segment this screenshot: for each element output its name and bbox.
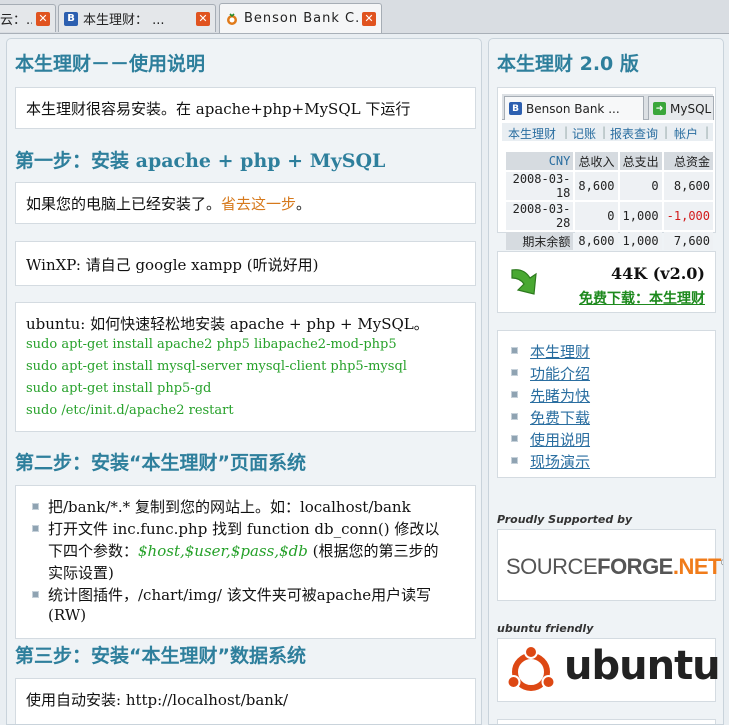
close-icon[interactable]: ✕ — [36, 11, 50, 26]
step2-item-config-line1: 打开文件 inc.func.php 找到 function db_conn() … — [48, 520, 440, 538]
free-download-link[interactable]: 免费下载：本生理财 — [579, 288, 705, 308]
app-preview: B Benson Bank ... ➜ MySQL 本生理财 | 记账 | 报表… — [497, 87, 716, 250]
ubuntu-circle-of-friends-icon — [506, 645, 556, 691]
step2-box: 把/bank/*.* 复制到您的网站上。如：localhost/bank 打开文… — [15, 485, 476, 639]
step2-item-copy: 把/bank/*.* 复制到您的网站上。如：localhost/bank — [48, 498, 411, 516]
benson-b-icon: B — [509, 102, 522, 115]
intro-text: 本生理财很容易安装。在 apache+php+MySQL 下运行 — [26, 100, 411, 118]
sourceforge-logo[interactable]: SOURCEFORGE.NET® — [497, 529, 723, 601]
browser-tab-bar: 云：... ✕ B 本生理财： ... ✕ Benson Bank C... ✕ — [0, 0, 729, 34]
tab-1-title: 云：... — [0, 13, 32, 28]
step2-item-config-line3: 实际设置) — [48, 564, 114, 582]
download-box: 44K (v2.0) 免费下载：本生理财 — [497, 251, 716, 313]
config-params: $host,$user,$pass,$db — [138, 542, 308, 560]
nav-link-home[interactable]: 本生理财 — [530, 341, 590, 362]
supported-caption: Proudly Supported by — [497, 513, 633, 526]
preview-nav: 本生理财 | 记账 | 报表查询 | 帐户 | — [502, 123, 713, 141]
close-icon[interactable]: ✕ — [196, 11, 210, 26]
bullet-icon — [511, 413, 518, 420]
ubuntu-wordmark: ubuntu — [564, 643, 721, 689]
bullet-icon — [511, 369, 518, 376]
tab-3-title: Benson Bank C... — [244, 11, 358, 26]
bullet-icon — [32, 591, 39, 598]
command-line: sudo apt-get install apache2 php5 libapa… — [26, 337, 397, 352]
preview-tab-mysql: ➜ MySQL — [648, 96, 714, 120]
table-row: 2008-03-18 8,600 0 8,600 — [506, 172, 713, 200]
sidebar-title: 本生理财 2.0 版 — [497, 53, 639, 75]
command-line: sudo /etc/init.d/apache2 restart — [26, 403, 234, 418]
bullet-icon — [32, 525, 39, 532]
winxp-text: WinXP: 请自己 google xampp (听说好用) — [26, 256, 319, 274]
bullet-icon — [511, 435, 518, 442]
arrow-right-icon: ➜ — [653, 102, 666, 115]
sidebar-nav: 本生理财 功能介绍 先睹为快 免费下载 使用说明 现场演示 — [497, 330, 716, 478]
preview-table: CNY 总收入 总支出 总资金 2008-03-18 8,600 0 8,600 20… — [504, 150, 715, 252]
skip-step-link[interactable]: 省去这一步 — [221, 195, 296, 213]
tab-3-active[interactable]: Benson Bank C... ✕ — [219, 3, 382, 33]
step2-item-chart-line1: 统计图插件，/chart/img/ 该文件夹可被apache用户读写 — [48, 586, 432, 604]
ubuntu-install-title: ubuntu: 如何快速轻松地安装 apache + php + MySQL。 — [26, 315, 429, 333]
step1-box-winxp: WinXP: 请自己 google xampp (听说好用) — [15, 241, 476, 286]
step1-heading: 第一步：安装 apache + php + MySQL — [15, 150, 386, 172]
table-row: 期末余额 8,600 1,000 7,600 — [506, 232, 713, 250]
step1-box-ubuntu: ubuntu: 如何快速轻松地安装 apache + php + MySQL。 … — [15, 302, 476, 432]
bullet-icon — [511, 457, 518, 464]
tab-2-title: 本生理财： ... — [83, 13, 165, 28]
auto-install-text: 使用自动安装: http://localhost/bank/ — [26, 691, 289, 709]
table-row: 2008-03-28 0 1,000 -1,000 — [506, 202, 713, 230]
sidebar: 本生理财 2.0 版 B Benson Bank ... ➜ MySQL 本生理… — [488, 38, 724, 725]
bullet-icon — [511, 391, 518, 398]
benson-b-icon: B — [64, 11, 78, 26]
step2-item-config-line2: 下四个参数：$host,$user,$pass,$db (根据您的第三步的 — [48, 542, 439, 560]
nav-link-manual[interactable]: 使用说明 — [530, 429, 590, 450]
nav-link-download[interactable]: 免费下载 — [530, 407, 590, 428]
command-line: sudo apt-get install php5-gd — [26, 381, 212, 396]
step1-box-installed: 如果您的电脑上已经安装了。省去这一步。 — [15, 182, 476, 224]
preview-tab-benson: B Benson Bank ... — [504, 96, 644, 120]
nav-link-features[interactable]: 功能介绍 — [530, 363, 590, 384]
main-content: 本生理财－－使用说明 本生理财很容易安装。在 apache+php+MySQL … — [6, 38, 482, 725]
tab-2[interactable]: B 本生理财： ... ✕ — [58, 4, 216, 32]
bullet-icon — [32, 503, 39, 510]
installed-text: 如果您的电脑上已经安装了。 — [26, 195, 222, 213]
command-line: sudo apt-get install mysql-server mysql-… — [26, 359, 407, 374]
download-arrow-icon — [511, 269, 537, 295]
bullet-icon — [511, 347, 518, 354]
close-icon[interactable]: ✕ — [362, 11, 376, 26]
step3-box: 使用自动安装: http://localhost/bank/ — [15, 678, 476, 724]
intro-box: 本生理财很容易安装。在 apache+php+MySQL 下运行 — [15, 87, 476, 129]
download-size: 44K (v2.0) — [610, 264, 705, 283]
page-title: 本生理财－－使用说明 — [15, 53, 206, 75]
ubuntu-caption: ubuntu friendly — [497, 622, 594, 635]
ubuntu-logo[interactable]: ubuntu — [497, 638, 721, 702]
step3-heading: 第三步：安装“本生理财”数据系统 — [15, 645, 306, 667]
sidebar-box-cut — [497, 719, 716, 724]
tab-1[interactable]: 云：... ✕ — [0, 4, 56, 32]
step2-item-chart-line2: (RW) — [48, 606, 87, 624]
nav-link-demo[interactable]: 现场演示 — [530, 451, 590, 472]
nav-link-preview[interactable]: 先睹为快 — [530, 385, 590, 406]
preview-tab-bar: B Benson Bank ... ➜ MySQL — [502, 94, 714, 120]
step2-heading: 第二步：安装“本生理财”页面系统 — [15, 452, 306, 474]
benson-logo-icon — [225, 12, 239, 26]
